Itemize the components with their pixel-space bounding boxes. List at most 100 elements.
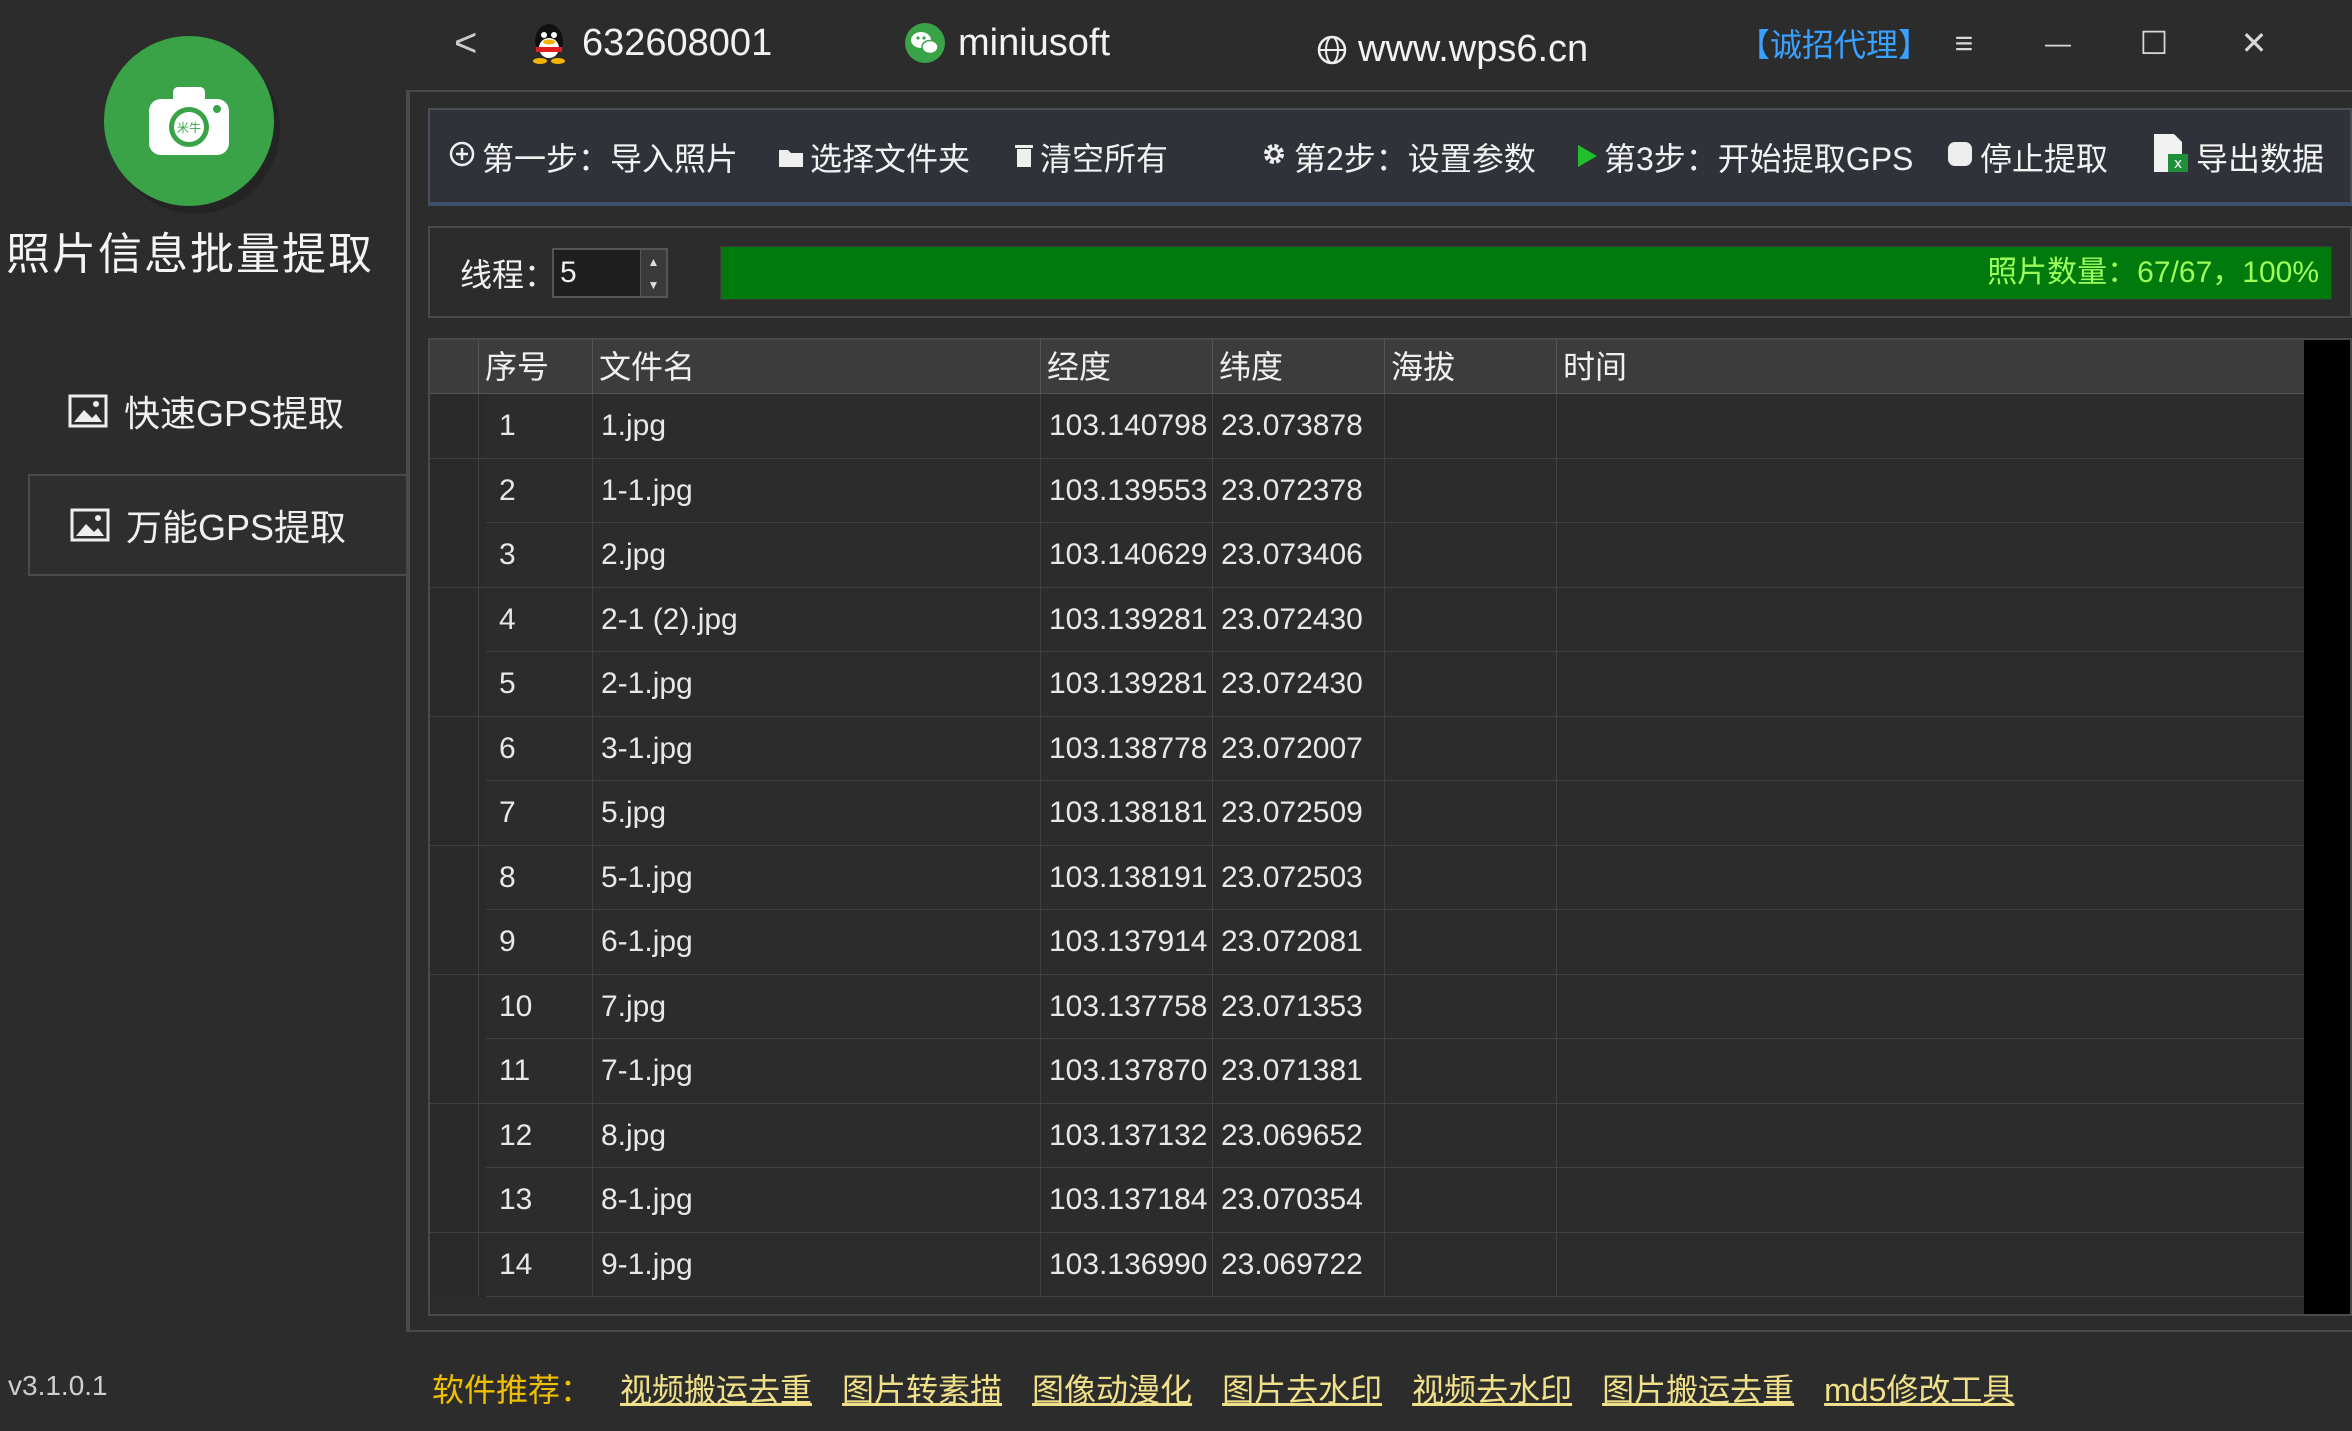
table-cell: 23.072430 [1212, 587, 1384, 652]
table-row[interactable]: 8 5-1.jpg 103.138191 23.072503 [430, 845, 2306, 910]
table-cell [1556, 394, 1730, 458]
table-cell [1556, 1103, 1730, 1168]
table-cell: 1-1.jpg [592, 458, 1040, 523]
maximize-button[interactable]: ☐ [2124, 0, 2184, 86]
wechat-contact[interactable]: miniusoft [904, 0, 1110, 86]
export-data-label: 导出数据 [2196, 141, 2325, 177]
clear-all-button[interactable]: 清空所有 [1014, 110, 1168, 204]
export-data-button[interactable]: x 导出数据 [2150, 110, 2324, 204]
table-cell: 9 [478, 910, 592, 974]
column-header[interactable]: 文件名 [592, 340, 1040, 394]
import-photos-button[interactable]: 第一步：导入照片 [448, 110, 738, 204]
stop-extract-button[interactable]: 停止提取 [1946, 110, 2108, 204]
choose-folder-label: 选择文件夹 [810, 141, 971, 177]
camera-icon: 米牛 [149, 87, 229, 155]
threads-input[interactable] [554, 250, 642, 296]
stepper-up-icon[interactable]: ▲ [640, 250, 666, 273]
wechat-icon [904, 22, 946, 64]
column-header[interactable]: 序号 [478, 340, 592, 394]
import-photos-label: 第一步：导入照片 [482, 141, 739, 177]
table-row[interactable]: 14 9-1.jpg 103.136990 23.069722 [430, 1232, 2306, 1297]
table-cell: 8-1.jpg [592, 1168, 1040, 1232]
stop-extract-label: 停止提取 [1980, 141, 2109, 177]
table-cell: 103.140798 [1040, 394, 1212, 458]
footer-label: 软件推荐： [432, 1372, 593, 1408]
table-cell [1384, 910, 1556, 974]
table-row[interactable]: 4 2-1 (2).jpg 103.139281 23.072430 [430, 587, 2306, 652]
table-cell [1384, 523, 1556, 587]
sidebar-item-fast-gps[interactable]: 快速GPS提取 [28, 360, 408, 462]
set-params-button[interactable]: 第2步：设置参数 [1260, 110, 1536, 204]
table-cell: 3-1.jpg [592, 716, 1040, 781]
table-cell: 6-1.jpg [592, 910, 1040, 974]
table-cell: 1 [478, 394, 592, 458]
footer-link[interactable]: 图片去水印 [1222, 1365, 1382, 1411]
table-cell: 7.jpg [592, 974, 1040, 1039]
table-cell: 23.072430 [1212, 652, 1384, 716]
table-cell: 103.137914 [1040, 910, 1212, 974]
column-header[interactable]: 海拔 [1384, 340, 1556, 394]
table-cell [1556, 1232, 1730, 1297]
stepper-down-icon[interactable]: ▼ [640, 273, 666, 296]
table-row[interactable]: 3 2.jpg 103.140629 23.073406 [430, 523, 2306, 588]
table-cell: 23.069652 [1212, 1103, 1384, 1168]
table-cell: 8 [478, 845, 592, 910]
column-header[interactable]: 纬度 [1212, 340, 1384, 394]
table-cell: 6 [478, 716, 592, 781]
footer-link[interactable]: 图像动漫化 [1032, 1365, 1192, 1411]
table-row[interactable]: 7 5.jpg 103.138181 23.072509 [430, 781, 2306, 846]
table-row[interactable]: 6 3-1.jpg 103.138778 23.072007 [430, 716, 2306, 781]
qq-contact[interactable]: 632608001 [530, 0, 772, 86]
plus-circle-icon [448, 139, 476, 176]
start-extract-button[interactable]: 第3步：开始提取GPS [1576, 110, 1913, 204]
table-row[interactable]: 5 2-1.jpg 103.139281 23.072430 [430, 652, 2306, 717]
table-cell [1556, 1168, 1730, 1232]
table-cell: 103.138181 [1040, 781, 1212, 845]
footer-link[interactable]: 图片转素描 [842, 1365, 1002, 1411]
table-cell: 23.071353 [1212, 974, 1384, 1039]
table-cell: 103.138778 [1040, 716, 1212, 781]
table-cell: 23.073406 [1212, 523, 1384, 587]
table-cell [1556, 652, 1730, 716]
threads-stepper[interactable]: ▲ ▼ [552, 248, 668, 298]
toolbar: 第一步：导入照片 选择文件夹 清空所有 第2步：设置参数 第3步：开始提取GPS… [428, 108, 2352, 206]
sidebar-item-universal-gps[interactable]: 万能GPS提取 [28, 474, 408, 576]
table-cell: 8.jpg [592, 1103, 1040, 1168]
table-cell: 103.139281 [1040, 587, 1212, 652]
table-cell: 103.139281 [1040, 652, 1212, 716]
table-row[interactable]: 2 1-1.jpg 103.139553 23.072378 [430, 458, 2306, 523]
table-cell: 7-1.jpg [592, 1039, 1040, 1103]
table-cell: 23.073878 [1212, 394, 1384, 458]
table-row[interactable]: 11 7-1.jpg 103.137870 23.071381 [430, 1039, 2306, 1104]
column-header[interactable]: 经度 [1040, 340, 1212, 394]
table-cell [1556, 974, 1730, 1039]
table-header: 序号 文件名 经度 纬度 海拔 时间 [430, 340, 2306, 394]
table-scrollbar[interactable] [2304, 340, 2350, 1314]
table-cell: 23.069722 [1212, 1232, 1384, 1297]
column-header[interactable]: 时间 [1556, 340, 1730, 394]
table-row[interactable]: 13 8-1.jpg 103.137184 23.070354 [430, 1168, 2306, 1233]
table-cell [1556, 910, 1730, 974]
footer-link[interactable]: 视频去水印 [1412, 1365, 1572, 1411]
agent-recruit-link[interactable]: 【诚招代理】 [1738, 0, 1930, 86]
footer-link[interactable]: 图片搬运去重 [1602, 1365, 1794, 1411]
footer-link[interactable]: 视频搬运去重 [620, 1365, 812, 1411]
image-icon [70, 508, 110, 542]
table-cell: 4 [478, 587, 592, 652]
qq-icon [530, 21, 568, 65]
menu-icon[interactable]: ≡ [1934, 0, 1994, 86]
play-icon [1576, 139, 1598, 176]
table-row[interactable]: 1 1.jpg 103.140798 23.073878 [430, 394, 2306, 459]
close-button[interactable]: ✕ [2224, 0, 2284, 86]
title-bar: < 632608001 miniusoft www.wps6.cn 【诚招代理】… [408, 0, 2352, 86]
back-button[interactable]: < [454, 0, 477, 86]
minimize-button[interactable]: — [2028, 0, 2088, 86]
footer-link[interactable]: md5修改工具 [1824, 1365, 2014, 1411]
table-cell [1384, 974, 1556, 1039]
table-cell: 103.137132 [1040, 1103, 1212, 1168]
choose-folder-button[interactable]: 选择文件夹 [778, 110, 970, 204]
table-row[interactable]: 12 8.jpg 103.137132 23.069652 [430, 1103, 2306, 1168]
table-row[interactable]: 10 7.jpg 103.137758 23.071353 [430, 974, 2306, 1039]
table-row[interactable]: 9 6-1.jpg 103.137914 23.072081 [430, 910, 2306, 975]
website-link[interactable]: www.wps6.cn [1316, 6, 1588, 92]
